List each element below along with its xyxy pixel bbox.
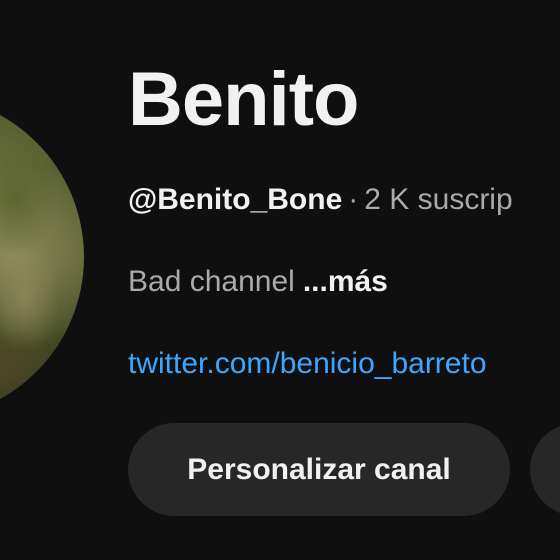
channel-meta: @Benito_Bone · 2 K suscrip (128, 182, 513, 218)
channel-name: Benito (128, 57, 359, 142)
channel-header: Benito @Benito_Bone · 2 K suscrip Bad chan… (0, 0, 560, 560)
channel-avatar[interactable] (0, 95, 84, 419)
description-text: Bad channel (128, 265, 295, 298)
customize-channel-button[interactable]: Personalizar canal (128, 423, 510, 516)
meta-separator: · (348, 183, 359, 216)
channel-handle: @Benito_Bone (128, 183, 343, 216)
manage-videos-button[interactable] (530, 423, 560, 516)
avatar-photo-detail (0, 135, 60, 255)
channel-description[interactable]: Bad channel ...más (128, 264, 388, 300)
avatar-photo-detail (0, 325, 60, 415)
subscriber-count: 2 K suscrip (364, 183, 513, 216)
more-link[interactable]: ...más (303, 265, 388, 298)
channel-external-link[interactable]: twitter.com/benicio_barreto (128, 346, 487, 382)
